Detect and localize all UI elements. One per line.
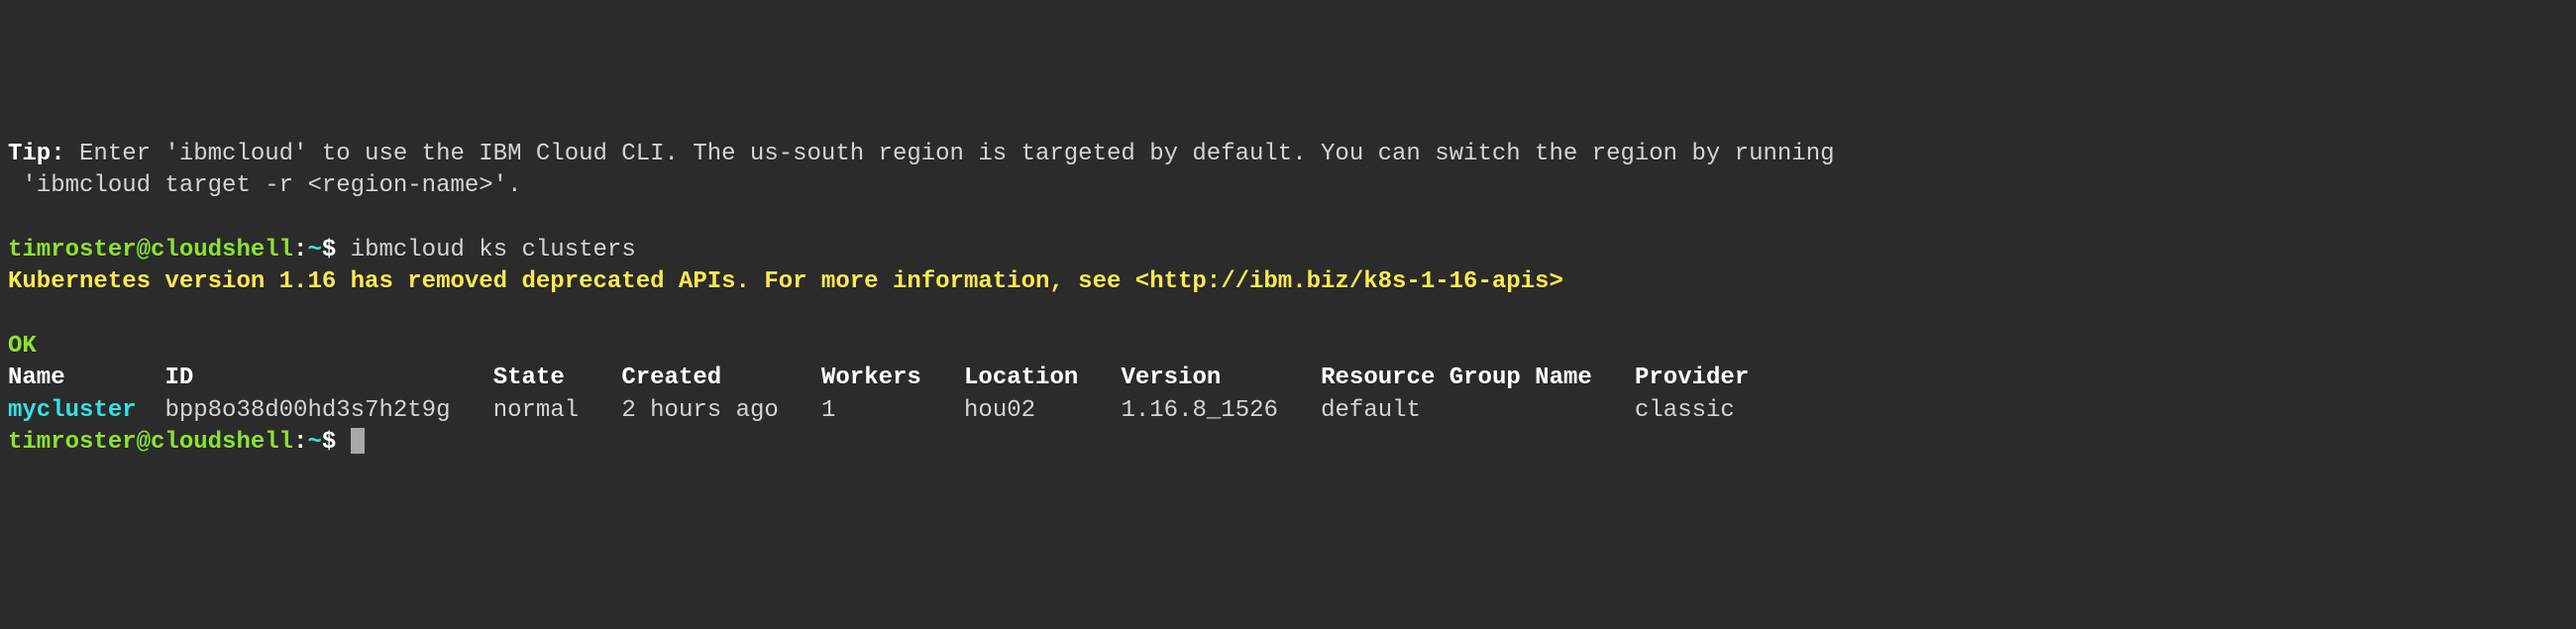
prompt-sep-2: :	[293, 429, 307, 456]
prompt-sep-1: :	[293, 237, 307, 263]
header-resource-group: Resource Group Name	[1321, 365, 1592, 391]
cursor-icon	[351, 428, 365, 454]
header-name: Name	[8, 365, 65, 391]
row-version: 1.16.8_1526	[1121, 397, 1277, 424]
header-created: Created	[621, 365, 721, 391]
row-provider: classic	[1635, 397, 1735, 424]
table-header-row: Name ID State Created Workers Location V…	[8, 363, 2568, 394]
tip-label: Tip:	[8, 141, 65, 167]
blank-line-1	[8, 202, 2568, 234]
prompt-line-1[interactable]: timroster@cloudshell:~$ ibmcloud ks clus…	[8, 235, 2568, 266]
row-location: hou02	[964, 397, 1035, 424]
warning-line: Kubernetes version 1.16 has removed depr…	[8, 266, 2568, 298]
prompt-user-host-2: timroster@cloudshell	[8, 429, 293, 456]
prompt-user-host-1: timroster@cloudshell	[8, 237, 293, 263]
row-created: 2 hours ago	[621, 397, 778, 424]
tip-line-1: Tip: Enter 'ibmcloud' to use the IBM Clo…	[8, 139, 2568, 170]
prompt-path-2: ~	[307, 429, 321, 456]
header-location: Location	[964, 365, 1078, 391]
tip-line-2: 'ibmcloud target -r <region-name>'.	[8, 170, 2568, 202]
header-workers: Workers	[821, 365, 921, 391]
row-name: mycluster	[8, 397, 137, 424]
row-state: normal	[493, 397, 579, 424]
prompt-path-1: ~	[307, 237, 321, 263]
row-workers: 1	[821, 397, 835, 424]
header-id: ID	[164, 365, 193, 391]
table-row: mycluster bpp8o38d00hd3s7h2t9g normal 2 …	[8, 395, 2568, 427]
blank-line-2	[8, 299, 2568, 331]
row-resource-group: default	[1321, 397, 1421, 424]
row-id: bpp8o38d00hd3s7h2t9g	[164, 397, 450, 424]
ok-line: OK	[8, 331, 2568, 363]
header-provider: Provider	[1635, 365, 1749, 391]
prompt-line-2[interactable]: timroster@cloudshell:~$	[8, 427, 2568, 459]
prompt-dollar-2: $	[322, 429, 351, 456]
header-state: State	[493, 365, 565, 391]
header-version: Version	[1121, 365, 1221, 391]
command-1: ibmcloud ks clusters	[351, 237, 636, 263]
prompt-dollar-1: $	[322, 237, 351, 263]
tip-text-1: Enter 'ibmcloud' to use the IBM Cloud CL…	[65, 141, 1835, 167]
